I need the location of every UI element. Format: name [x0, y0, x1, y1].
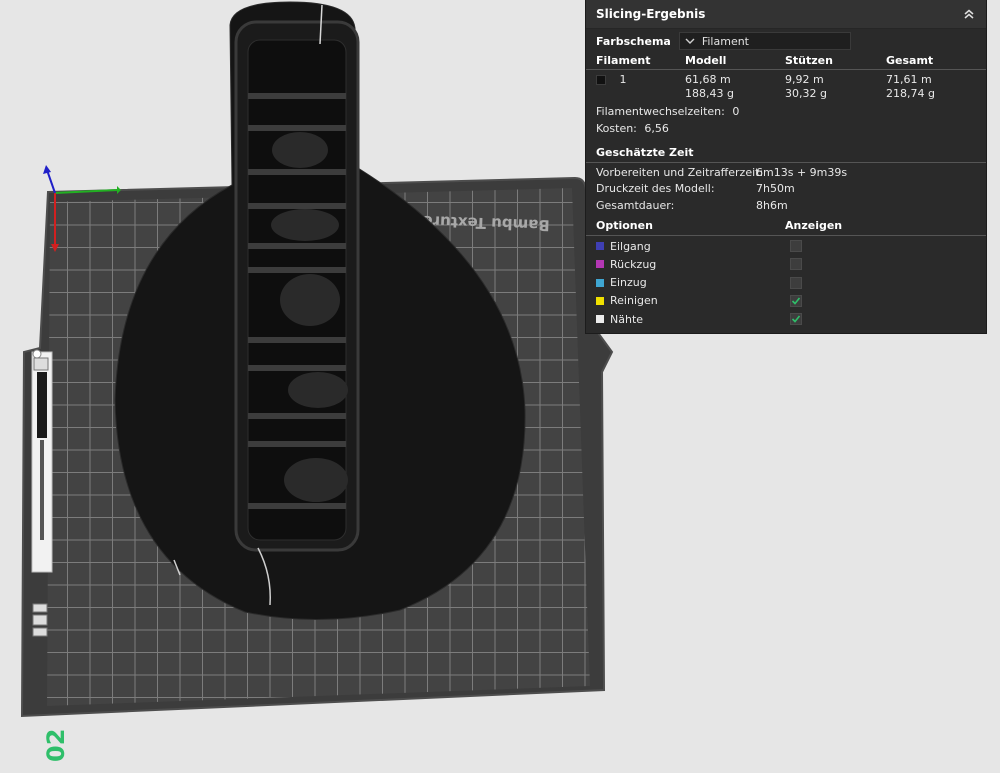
option-row: Eilgang	[596, 237, 651, 255]
option-checkbox[interactable]	[790, 313, 802, 326]
chevron-down-icon	[685, 38, 695, 44]
check-icon	[791, 297, 801, 305]
option-label: Einzug	[610, 276, 647, 290]
option-color-swatch	[596, 260, 604, 269]
estimated-time-title: Geschätzte Zeit	[596, 146, 694, 159]
collapse-button[interactable]	[960, 5, 978, 23]
option-checkbox[interactable]	[790, 294, 802, 307]
option-color-swatch	[596, 296, 604, 305]
filament-change-value: 0	[732, 105, 740, 118]
option-row: Nähte	[596, 310, 643, 328]
options-divider	[586, 235, 986, 236]
supports-weight: 30,32 g	[785, 87, 827, 100]
option-label: Rückzug	[610, 257, 657, 271]
option-label: Nähte	[610, 312, 644, 326]
total-time-value: 8h6m	[756, 199, 788, 212]
filament-id: 1	[619, 73, 627, 86]
col-header-total: Gesamt	[886, 54, 934, 67]
printed-model	[114, 1, 526, 621]
table-cell-model: 61,68 m 188,43 g	[685, 73, 734, 101]
option-checkbox[interactable]	[790, 258, 802, 271]
option-checkbox[interactable]	[790, 276, 802, 289]
time-divider	[586, 162, 986, 163]
filament-change-row: Filamentwechselzeiten: 0	[596, 105, 739, 118]
cost-label: Kosten:	[596, 122, 637, 135]
color-scheme-row: Farbschema Filament	[596, 31, 986, 51]
total-weight: 218,74 g	[886, 87, 935, 100]
show-title: Anzeigen	[785, 219, 843, 232]
options-title: Optionen	[596, 219, 653, 232]
color-scheme-label: Farbschema	[596, 34, 671, 48]
supports-length: 9,92 m	[785, 73, 824, 86]
col-header-filament: Filament	[596, 54, 651, 67]
prep-time-value: 6m13s + 9m39s	[756, 166, 848, 179]
slicing-result-panel: Slicing-Ergebnis Farbschema Filament Fil…	[586, 0, 986, 333]
model-time-label: Druckzeit des Modell:	[596, 182, 715, 195]
color-scheme-value: Filament	[701, 34, 749, 48]
option-row: Einzug	[596, 274, 647, 292]
model-time-value: 7h50m	[756, 182, 795, 195]
model-length: 61,68 m	[685, 73, 731, 86]
cost-value: 6,56	[644, 122, 669, 135]
option-color-swatch	[596, 315, 604, 324]
table-cell-total: 71,61 m 218,74 g	[886, 73, 935, 101]
total-time-label: Gesamtdauer:	[596, 199, 675, 212]
model-weight: 188,43 g	[685, 87, 734, 100]
color-scheme-dropdown[interactable]: Filament	[678, 32, 851, 50]
option-checkbox[interactable]	[790, 240, 802, 252]
option-color-swatch	[596, 278, 604, 287]
filament-color-swatch	[596, 75, 606, 85]
header-divider	[586, 69, 986, 70]
col-header-supports: Stützen	[785, 54, 833, 67]
prep-time-label: Vorbereiten und Zeitrafferzeit:	[596, 166, 764, 179]
col-header-model: Modell	[685, 54, 727, 67]
panel-titlebar: Slicing-Ergebnis	[586, 0, 986, 29]
table-cell-supports: 9,92 m 30,32 g	[785, 73, 827, 101]
double-chevron-up-icon	[964, 9, 974, 19]
check-icon	[791, 315, 801, 323]
option-row: Reinigen	[596, 292, 658, 310]
total-length: 71,61 m	[886, 73, 932, 86]
table-row-filament: 1	[596, 73, 627, 86]
option-row: Rückzug	[596, 255, 656, 273]
option-color-swatch	[596, 242, 604, 250]
plate-number: 02	[42, 729, 70, 762]
panel-title: Slicing-Ergebnis	[596, 7, 706, 21]
filament-change-label: Filamentwechselzeiten:	[596, 105, 725, 118]
cost-row: Kosten: 6,56	[596, 122, 669, 135]
option-label: Eilgang	[610, 239, 651, 253]
option-label: Reinigen	[610, 294, 658, 308]
